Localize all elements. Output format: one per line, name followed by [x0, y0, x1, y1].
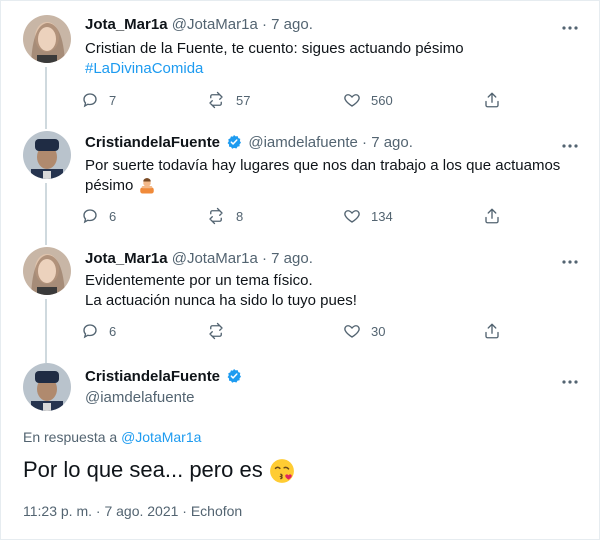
tweet-actions: 6 8 134	[81, 207, 501, 227]
more-icon[interactable]	[561, 137, 579, 153]
author-name[interactable]: Jota_Mar1a	[85, 250, 168, 267]
author-name[interactable]: Jota_Mar1a	[85, 16, 168, 33]
kissing-face-emoji	[269, 459, 294, 484]
tweet-date[interactable]: 7 ago.	[271, 16, 313, 33]
heart-icon	[344, 94, 360, 107]
tweet-date[interactable]: 7 ago.	[371, 134, 413, 151]
author-handle[interactable]: @JotaMar1a	[172, 250, 258, 267]
reply-icon	[83, 209, 97, 224]
main-author-handle[interactable]: @iamdelafuente	[85, 388, 194, 408]
author-handle[interactable]: @iamdelafuente	[248, 134, 357, 151]
share-button[interactable]	[483, 91, 501, 109]
retweet-count: 8	[236, 208, 244, 224]
share-icon	[485, 208, 499, 224]
author-name[interactable]: CristiandelaFuente	[85, 134, 220, 151]
share-button[interactable]	[483, 207, 501, 225]
tweet-text-line: Por suerte todavía hay lugares que nos d…	[85, 157, 561, 174]
verified-badge-icon	[227, 369, 242, 383]
tweet-body: Cristian de la Fuente, te cuento: sigues…	[85, 39, 575, 79]
like-button[interactable]: 560	[343, 91, 393, 109]
reply-context: En respuesta a @JotaMar1a	[23, 429, 201, 445]
share-icon	[485, 92, 499, 108]
thread-connector	[45, 299, 47, 363]
tweet-timestamp[interactable]: 11:23 p. m. · 7 ago. 2021 · Echofon	[23, 503, 242, 519]
avatar-jota[interactable]	[23, 247, 71, 295]
tweet-text-line: Cristian de la Fuente, te cuento: sigues…	[85, 40, 464, 57]
separator: ·	[262, 250, 267, 267]
tweet-date[interactable]: 7 ago.	[271, 250, 313, 267]
like-count: 134	[371, 208, 393, 224]
tweet-text-fragment: pésimo	[85, 177, 134, 194]
reply-button[interactable]: 6	[81, 322, 116, 340]
like-button[interactable]: 134	[343, 207, 393, 225]
tweet-body: Por suerte todavía hay lugares que nos d…	[85, 156, 575, 196]
man-gesturing-emoji	[139, 178, 154, 194]
separator: ·	[362, 134, 368, 151]
tweet-header: Jota_Mar1a @JotaMar1a · 7 ago.	[85, 249, 313, 269]
thread-connector	[45, 183, 47, 245]
reply-count: 7	[109, 92, 117, 108]
main-author-name[interactable]: CristiandelaFuente	[85, 367, 244, 387]
author-handle[interactable]: @JotaMar1a	[172, 16, 258, 33]
tweet-actions: 7 57 560	[81, 91, 501, 111]
tweet-text-line: pésimo	[85, 176, 575, 196]
thread-connector	[45, 67, 47, 129]
retweet-icon	[209, 207, 223, 225]
tweet-header: CristiandelaFuente @iamdelafuente · 7 ag…	[85, 133, 413, 153]
retweet-icon	[209, 91, 223, 109]
share-button[interactable]	[483, 322, 501, 340]
retweet-icon	[209, 322, 223, 340]
reply-button[interactable]: 6	[81, 207, 116, 225]
tweet-text-line: Evidentemente por un tema físico.	[85, 272, 313, 289]
more-icon[interactable]	[561, 373, 579, 389]
retweet-count: 57	[236, 92, 251, 108]
tweet-text-line: La actuación nunca ha sido lo tuyo pues!	[85, 292, 357, 309]
reply-icon	[83, 324, 97, 339]
avatar-cristian[interactable]	[23, 131, 71, 179]
main-tweet-text-fragment: Por lo que sea... pero es	[23, 457, 263, 482]
heart-icon	[344, 325, 360, 338]
hashtag-link[interactable]: #LaDivinaComida	[85, 59, 575, 79]
like-count: 30	[371, 323, 386, 339]
share-icon	[485, 323, 499, 339]
retweet-button[interactable]: 8	[206, 207, 243, 225]
reply-prefix: En respuesta a	[23, 429, 118, 445]
tweet-header: Jota_Mar1a @JotaMar1a · 7 ago.	[85, 15, 313, 35]
reply-button[interactable]: 7	[81, 91, 116, 109]
tweet-thread: Jota_Mar1a @JotaMar1a · 7 ago. Cristian …	[0, 0, 600, 540]
more-icon[interactable]	[561, 253, 579, 269]
avatar-jota[interactable]	[23, 15, 71, 63]
reply-count: 6	[109, 323, 117, 339]
retweet-button[interactable]	[206, 322, 236, 340]
main-tweet-text: Por lo que sea... pero es	[23, 455, 295, 485]
tweet-2[interactable]: CristiandelaFuente @iamdelafuente · 7 ag…	[1, 129, 600, 245]
separator: ·	[262, 16, 267, 33]
like-count: 560	[371, 92, 393, 108]
tweet-1[interactable]: Jota_Mar1a @JotaMar1a · 7 ago. Cristian …	[1, 1, 600, 129]
verified-badge-icon	[227, 135, 242, 149]
heart-icon	[344, 210, 360, 223]
author-name[interactable]: CristiandelaFuente	[85, 368, 220, 385]
tweet-body: Evidentemente por un tema físico. La act…	[85, 271, 575, 311]
tweet-actions: 6 30	[81, 322, 501, 342]
reply-handle-link[interactable]: @JotaMar1a	[121, 429, 201, 445]
main-tweet[interactable]: CristiandelaFuente @iamdelafuente En res…	[1, 361, 600, 540]
like-button[interactable]: 30	[343, 322, 385, 340]
reply-icon	[83, 93, 97, 108]
reply-count: 6	[109, 208, 117, 224]
more-icon[interactable]	[561, 19, 579, 35]
avatar-cristian[interactable]	[23, 363, 71, 411]
tweet-3[interactable]: Jota_Mar1a @JotaMar1a · 7 ago. Evidentem…	[1, 245, 600, 363]
retweet-button[interactable]: 57	[206, 91, 250, 109]
